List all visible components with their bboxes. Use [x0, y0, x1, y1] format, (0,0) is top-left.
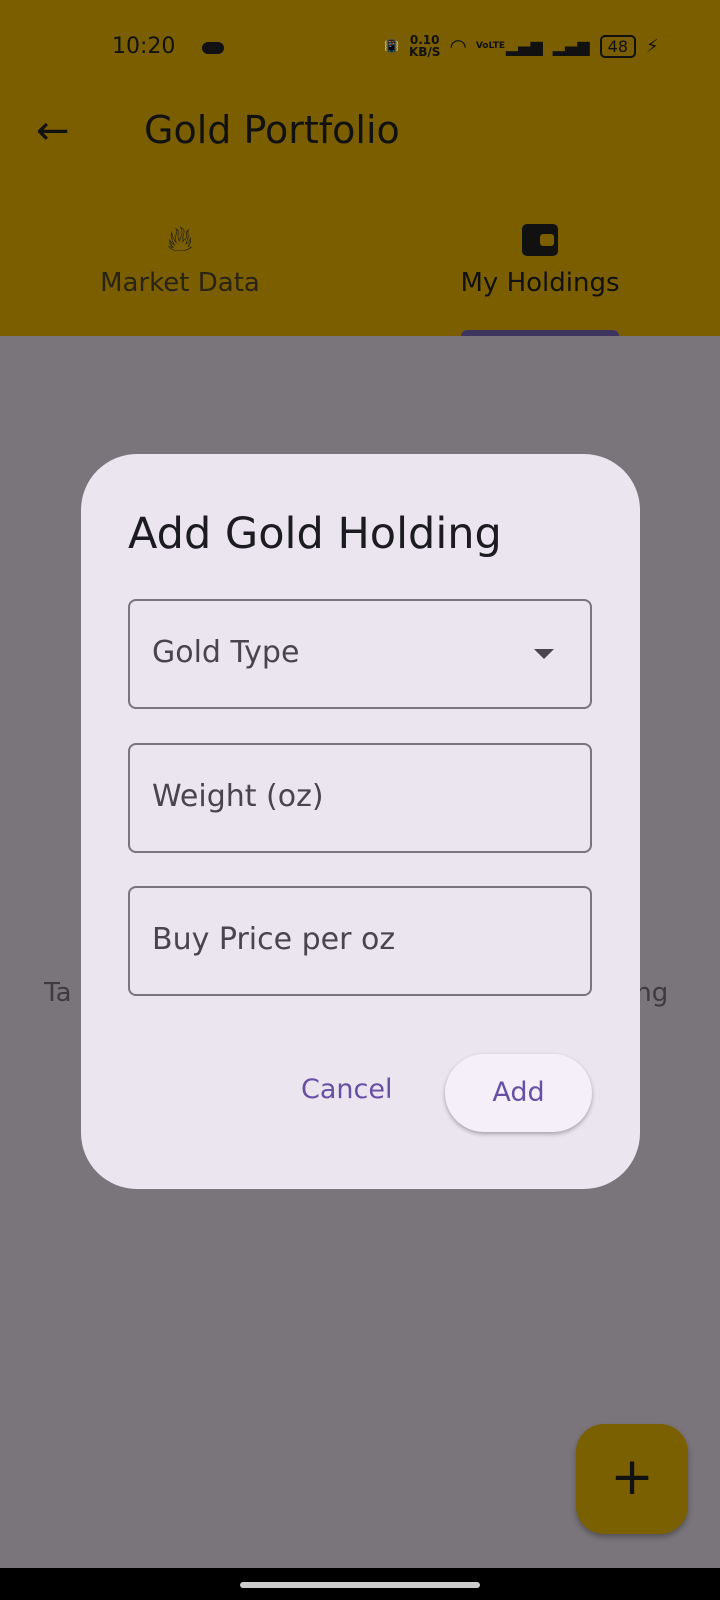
- empty-state-text-fragment: Ta: [44, 978, 72, 1008]
- wallet-icon: [360, 220, 720, 260]
- buy-price-input[interactable]: Buy Price per oz: [128, 886, 592, 996]
- page-title: Gold Portfolio: [144, 108, 400, 152]
- gesture-handle[interactable]: [240, 1582, 480, 1588]
- status-bar: 10:20 📳 0.10 KB/S ◠ VoLTE ▂▄▆ ▂▄▆ 48 ⚡: [0, 30, 720, 66]
- wifi-icon: ◠: [450, 34, 466, 58]
- fire-icon: 🔥︎: [166, 219, 194, 260]
- dropdown-arrow-icon: [534, 649, 554, 659]
- back-arrow-icon[interactable]: ←: [36, 108, 70, 154]
- tab-my-holdings[interactable]: My Holdings: [360, 220, 720, 298]
- add-holding-dialog: Add Gold Holding Gold Type Weight (oz) B…: [81, 454, 640, 1189]
- tab-indicator: [461, 330, 619, 336]
- tab-market-data[interactable]: 🔥︎ Market Data: [0, 219, 360, 299]
- battery-icon: 48: [599, 34, 637, 58]
- add-button[interactable]: Add: [445, 1054, 592, 1132]
- field-label: Buy Price per oz: [152, 922, 396, 957]
- dialog-title: Add Gold Holding: [128, 509, 502, 559]
- tab-label: Market Data: [100, 268, 260, 298]
- field-label: Gold Type: [152, 635, 300, 670]
- vibrate-icon: 📳: [384, 39, 399, 53]
- volte-icon: VoLTE: [475, 41, 506, 51]
- cancel-button[interactable]: Cancel: [301, 1074, 392, 1105]
- clock: 10:20: [112, 34, 176, 59]
- add-fab[interactable]: +: [576, 1424, 688, 1534]
- plus-icon: +: [610, 1447, 654, 1507]
- cloud-icon: [202, 42, 224, 54]
- weight-input[interactable]: Weight (oz): [128, 743, 592, 853]
- signal-icon-2: ▂▄▆: [552, 36, 590, 56]
- charging-icon: ⚡: [646, 35, 659, 57]
- navigation-bar: [0, 1568, 720, 1600]
- gold-type-dropdown[interactable]: Gold Type: [128, 599, 592, 709]
- app-header: 10:20 📳 0.10 KB/S ◠ VoLTE ▂▄▆ ▂▄▆ 48 ⚡ ← …: [0, 0, 720, 336]
- field-label: Weight (oz): [152, 779, 324, 814]
- signal-icon: ▂▄▆: [505, 36, 543, 56]
- tab-label: My Holdings: [460, 268, 620, 298]
- net-unit: KB/S: [408, 45, 441, 59]
